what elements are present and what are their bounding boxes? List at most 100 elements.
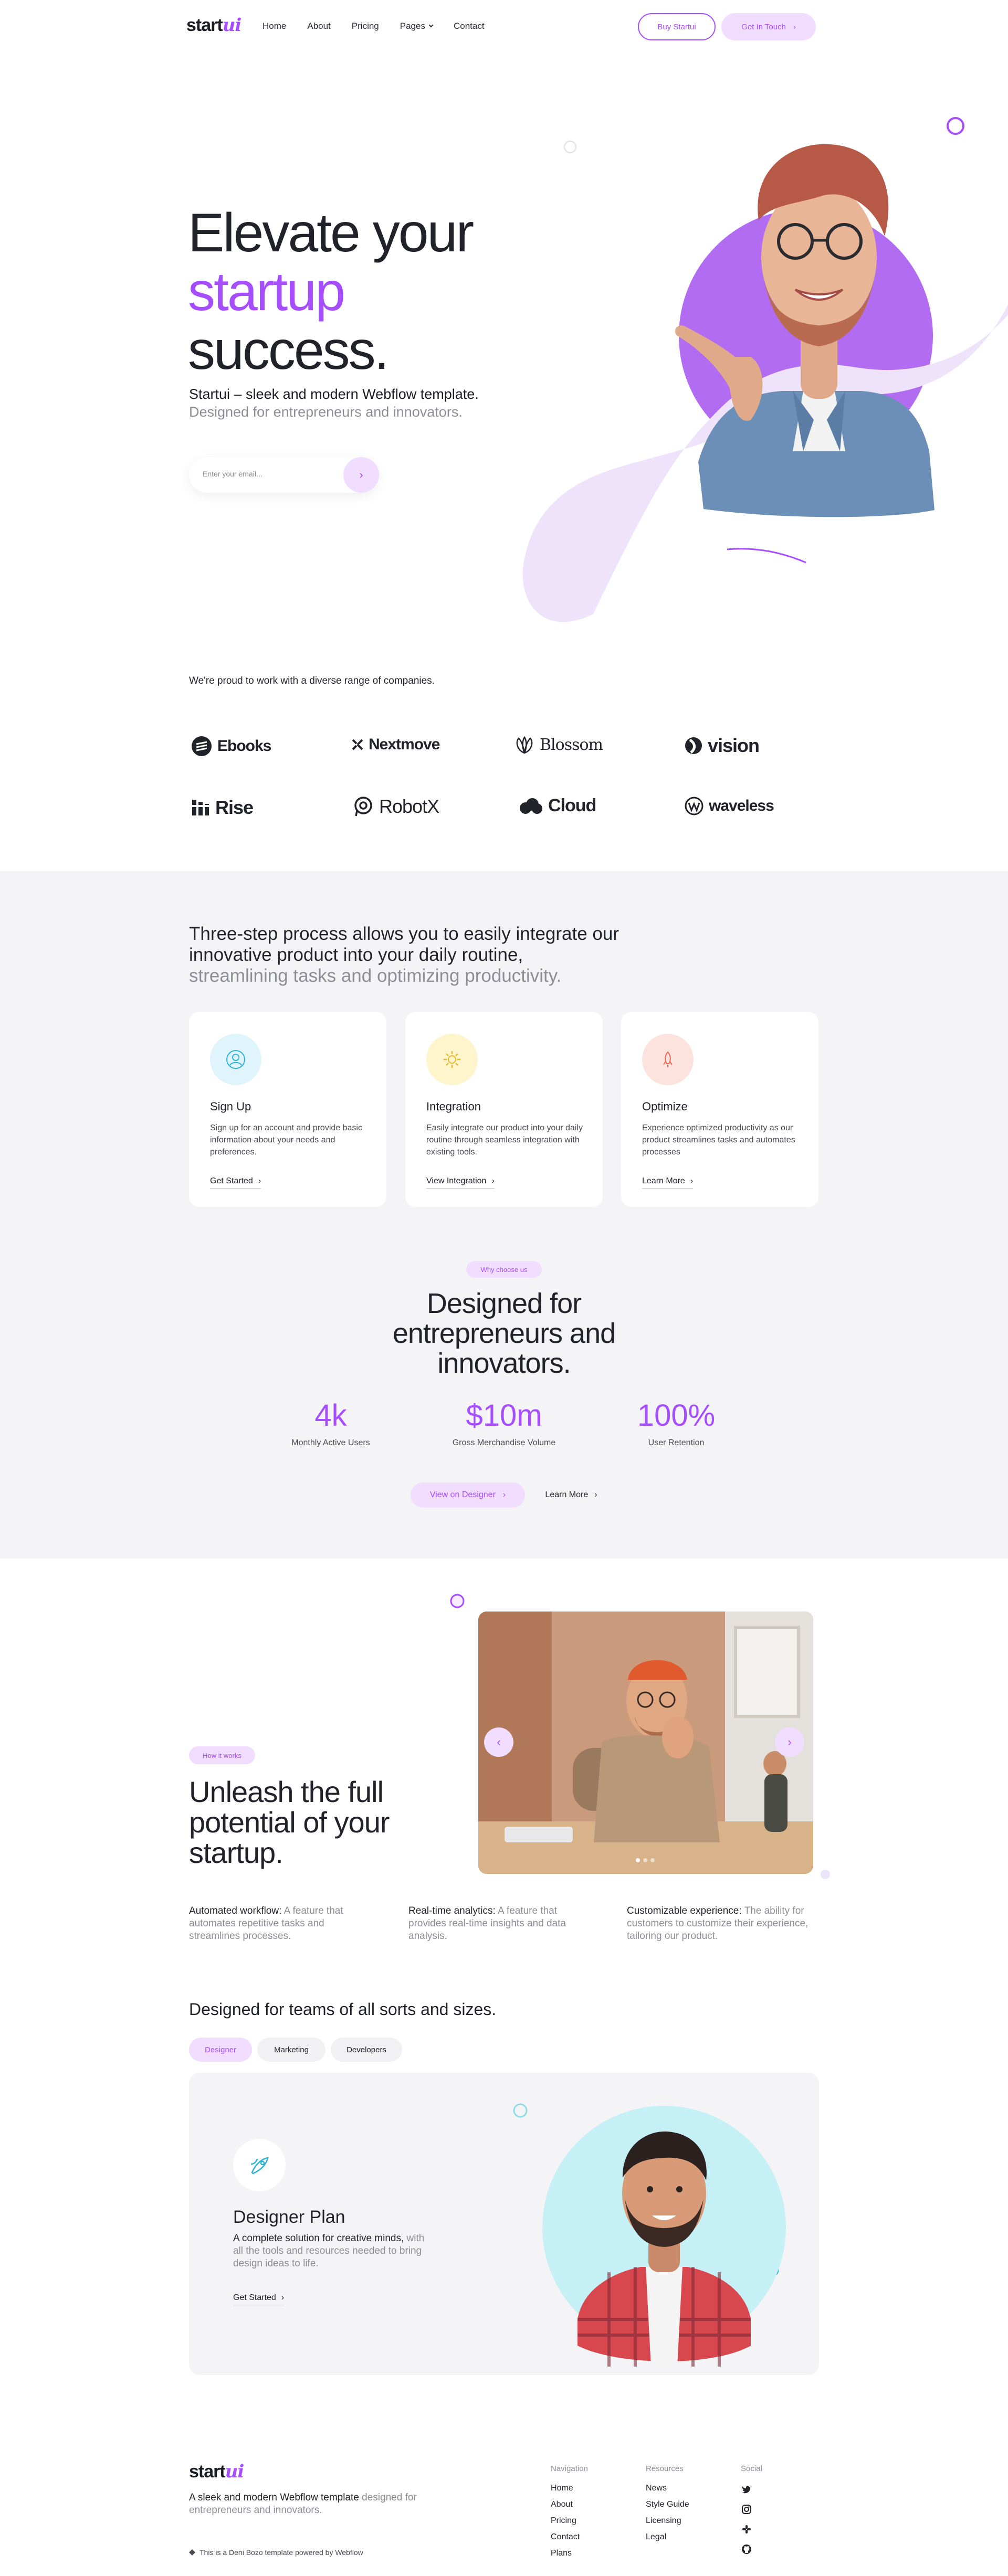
- nav-pages[interactable]: Pages: [400, 21, 434, 31]
- slack-icon[interactable]: [741, 2524, 752, 2535]
- vision-mark-icon: [685, 737, 702, 754]
- cloud-mark-icon: [520, 798, 542, 814]
- rise-mark-icon: [192, 800, 210, 815]
- office-photo: [478, 1612, 813, 1874]
- company-logo-text: waveless: [709, 797, 774, 814]
- footer-link-pricing[interactable]: Pricing: [551, 2516, 588, 2526]
- company-logo-text: Cloud: [548, 796, 596, 815]
- button-label: Learn More: [545, 1490, 589, 1499]
- decor-circle-gray: [563, 140, 577, 154]
- tab-developers[interactable]: Developers: [331, 2038, 402, 2062]
- footer-link-style-guide[interactable]: Style Guide: [646, 2500, 689, 2509]
- chevron-right-icon: ›: [594, 1490, 597, 1499]
- footer-link-news[interactable]: News: [646, 2484, 689, 2493]
- footer-link-home[interactable]: Home: [551, 2484, 588, 2493]
- company-logo-text: vision: [708, 735, 760, 756]
- email-submit-button[interactable]: ›: [343, 457, 379, 493]
- user-icon: [226, 1050, 245, 1069]
- footer-desc: A sleek and modern Webflow template desi…: [189, 2492, 441, 2517]
- hero-subtitle-bold: Startui – sleek and modern Webflow templ…: [189, 386, 479, 402]
- learn-more-button[interactable]: Learn More ›: [534, 1482, 608, 1508]
- teams-title: Designed for teams of all sorts and size…: [189, 2000, 497, 2019]
- hero-subtitle: Startui – sleek and modern Webflow templ…: [189, 385, 483, 421]
- stat-gmv: $10m Gross Merchandise Volume: [436, 1398, 572, 1448]
- link-label: Learn More: [642, 1176, 685, 1185]
- chevron-right-icon: ›: [258, 1176, 261, 1185]
- plan-person-illustration: [513, 2103, 786, 2367]
- stat-users: 4k Monthly Active Users: [262, 1398, 399, 1448]
- footer-col-social: Social: [741, 2464, 762, 2563]
- nav-pricing[interactable]: Pricing: [352, 21, 379, 31]
- buy-startui-button[interactable]: Buy Startui: [638, 13, 716, 40]
- footer-link-legal[interactable]: Legal: [646, 2532, 689, 2542]
- link-label: Get Started: [233, 2293, 276, 2302]
- stat-label: Gross Merchandise Volume: [452, 1438, 556, 1447]
- carousel-dot[interactable]: [643, 1858, 647, 1862]
- footer-heading: Navigation: [551, 2464, 588, 2473]
- chevron-right-icon: ›: [502, 1490, 506, 1499]
- nav-contact[interactable]: Contact: [454, 21, 485, 31]
- carousel-dot[interactable]: [650, 1858, 655, 1862]
- footer-link-contact[interactable]: Contact: [551, 2532, 588, 2542]
- diamond-icon: [189, 2549, 195, 2556]
- instagram-icon[interactable]: [741, 2504, 752, 2515]
- stat-retention: 100% User Retention: [608, 1398, 744, 1448]
- footer-col-navigation: Navigation Home About Pricing Contact Pl…: [551, 2464, 588, 2565]
- plan-get-started-link[interactable]: Get Started ›: [233, 2293, 285, 2305]
- company-logo-text: RobotX: [379, 796, 439, 817]
- company-logo-cloud: Cloud: [519, 796, 596, 816]
- plan-icon-wrap: [233, 2139, 286, 2191]
- chevron-left-icon: ‹: [497, 1735, 501, 1748]
- footer-desc-bold: A sleek and modern Webflow template: [189, 2492, 359, 2503]
- carousel-dot[interactable]: [636, 1858, 640, 1862]
- twitter-icon[interactable]: [741, 2484, 752, 2495]
- chevron-right-icon: ›: [788, 1735, 792, 1748]
- hero-title: Elevate your startup success.: [188, 203, 474, 380]
- ebooks-mark-icon: [192, 736, 212, 756]
- button-label: View on Designer: [429, 1490, 496, 1499]
- hero-illustration: [522, 117, 1008, 622]
- nav-pages-label: Pages: [400, 21, 425, 31]
- step-card-integration: Integration Easily integrate our product…: [405, 1012, 603, 1207]
- plan-desc: A complete solution for creative minds, …: [233, 2232, 433, 2270]
- chevron-right-icon: ›: [281, 2293, 285, 2302]
- hero-title-highlight: startup: [188, 261, 345, 322]
- why-title: Designed for entrepreneurs and innovator…: [392, 1288, 616, 1379]
- get-in-touch-label: Get In Touch: [741, 22, 786, 31]
- step-desc: Easily integrate our product into your d…: [426, 1123, 583, 1157]
- hero-title-line1: Elevate your: [188, 203, 474, 263]
- company-logo-nextmove: Nextmove: [352, 736, 440, 754]
- feature-title: Customizable experience:: [627, 1905, 742, 1916]
- step-card-optimize: Optimize Experience optimized productivi…: [621, 1012, 818, 1207]
- footer-logo[interactable]: startui: [189, 2461, 244, 2482]
- how-pill: How it works: [189, 1746, 255, 1764]
- carousel-image: [478, 1612, 813, 1874]
- nav-home[interactable]: Home: [262, 21, 286, 31]
- footer-link-about[interactable]: About: [551, 2500, 588, 2509]
- get-in-touch-button[interactable]: Get In Touch ›: [721, 13, 816, 40]
- footer-link-plans[interactable]: Plans: [551, 2549, 588, 2558]
- step-icon-wrap: [426, 1034, 478, 1085]
- company-logo-ebooks: Ebooks: [191, 736, 271, 757]
- chevron-right-icon: ›: [359, 468, 363, 481]
- footer-link-licensing[interactable]: Licensing: [646, 2516, 689, 2526]
- learn-more-link[interactable]: Learn More ›: [642, 1176, 694, 1189]
- tab-designer[interactable]: Designer: [189, 2038, 252, 2062]
- github-icon[interactable]: [741, 2543, 752, 2555]
- nav-about[interactable]: About: [307, 21, 330, 31]
- stat-value: 4k: [314, 1398, 347, 1433]
- tab-marketing[interactable]: Marketing: [257, 2038, 326, 2062]
- view-integration-link[interactable]: View Integration ›: [426, 1176, 495, 1189]
- logo-text: start: [189, 2462, 226, 2482]
- footer-credit: This is a Deni Bozo template powered by …: [189, 2548, 363, 2557]
- carousel-prev-button[interactable]: ‹: [484, 1727, 513, 1757]
- logo[interactable]: startui: [186, 15, 242, 36]
- blossom-mark-icon: [516, 736, 533, 754]
- view-on-designer-button[interactable]: View on Designer ›: [411, 1482, 525, 1508]
- feature-realtime-analytics: Real-time analytics: A feature that prov…: [408, 1905, 582, 1943]
- stat-value: 100%: [637, 1398, 716, 1433]
- get-started-link[interactable]: Get Started ›: [210, 1176, 261, 1189]
- chevron-down-icon: [428, 23, 434, 28]
- carousel-next-button[interactable]: ›: [775, 1727, 804, 1757]
- chevron-right-icon: ›: [491, 1176, 495, 1185]
